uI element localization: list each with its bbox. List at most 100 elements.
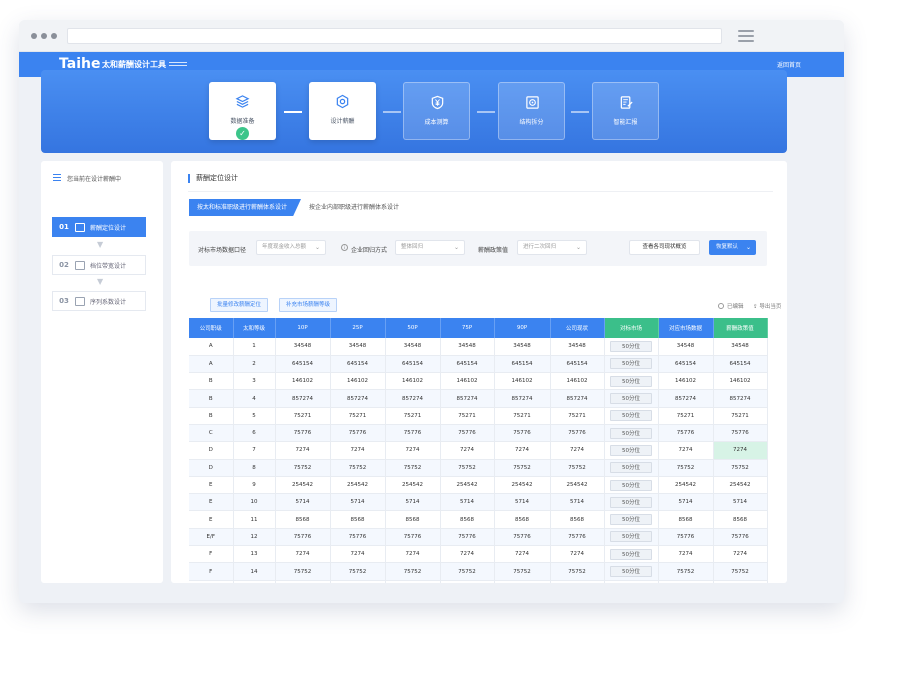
- table-cell[interactable]: 7274: [713, 545, 768, 564]
- step-cost-calc[interactable]: 成本测算: [403, 82, 470, 140]
- table-cell[interactable]: 857274: [713, 389, 768, 408]
- table-row[interactable]: B 5 75271 75271 75271 75271 75271 75271 50分位 7527…: [189, 407, 768, 425]
- benchmark-tag-cell[interactable]: 50分位: [604, 510, 659, 529]
- table-row[interactable]: D 7 7274 7274 7274 7274 7274 7274 50分位 7274 7274: [189, 441, 768, 460]
- address-bar[interactable]: [67, 28, 722, 44]
- table-row[interactable]: B 4 857274 857274 857274 857274 857274 857274 50…: [189, 389, 768, 408]
- table-cell: 146102: [440, 372, 495, 391]
- step-smart-report[interactable]: 智能汇报: [592, 82, 659, 140]
- benchmark-tag-cell[interactable]: 50分位: [604, 407, 659, 425]
- benchmark-tag[interactable]: 50分位: [610, 566, 652, 577]
- market-caliber-select[interactable]: 年度现金收入总额 ⌄: [256, 240, 326, 255]
- sidebar-item-number: 02: [59, 261, 69, 269]
- back-home-link[interactable]: 返回首页: [777, 60, 801, 69]
- benchmark-tag[interactable]: 50分位: [610, 444, 652, 456]
- benchmark-tag[interactable]: 50分位: [610, 531, 652, 543]
- sidebar-item-sequence-coefficient[interactable]: 03 序列系数设计: [52, 291, 146, 311]
- table-row[interactable]: D 8 75752 75752 75752 75752 75752 75752 50分位 7575…: [189, 459, 768, 477]
- benchmark-tag-cell[interactable]: 50分位: [604, 424, 659, 443]
- table-cell: 5714: [658, 493, 714, 512]
- tab-taihe-standard[interactable]: 按太和标准职级进行薪酬体系设计: [189, 199, 302, 216]
- table-cell[interactable]: 645154: [713, 355, 768, 374]
- table-cell: 15: [233, 580, 276, 583]
- window-dot-icon[interactable]: [31, 33, 37, 39]
- hamburger-menu-icon[interactable]: [738, 30, 754, 42]
- benchmark-tag-cell[interactable]: 50分位: [604, 580, 659, 583]
- export-page-button[interactable]: ⇪ 导出当页: [753, 302, 781, 310]
- benchmark-tag[interactable]: 50分位: [610, 548, 652, 560]
- table-cell[interactable]: 75271: [713, 407, 768, 425]
- table-cell[interactable]: 8568: [713, 510, 768, 529]
- benchmark-tag[interactable]: 50分位: [610, 340, 652, 352]
- table-cell: 13: [233, 545, 276, 564]
- table-cell: 75752: [440, 562, 495, 581]
- benchmark-tag-cell[interactable]: 50分位: [604, 372, 659, 391]
- table-row[interactable]: E 9 254542 254542 254542 254542 254542 254542 50…: [189, 476, 768, 495]
- benchmark-tag-cell[interactable]: 50分位: [604, 459, 659, 477]
- benchmark-tag-cell[interactable]: 50分位: [604, 493, 659, 512]
- window-dot-icon[interactable]: [51, 33, 57, 39]
- table-cell: B: [189, 372, 234, 391]
- sidebar-item-band-width[interactable]: 02 档位带宽设计: [52, 255, 146, 275]
- table-row[interactable]: E 10 5714 5714 5714 5714 5714 5714 50分位 5714 5714: [189, 493, 768, 512]
- benchmark-tag-cell[interactable]: 50分位: [604, 389, 659, 408]
- table-cell: 254542: [550, 580, 605, 583]
- benchmark-tag-cell[interactable]: 50分位: [604, 441, 659, 460]
- yen-shield-icon: [431, 95, 444, 110]
- window-dot-icon[interactable]: [41, 33, 47, 39]
- sidebar-item-pay-positioning[interactable]: 01 薪酬定位设计: [52, 217, 146, 237]
- table-row[interactable]: E 11 8568 8568 8568 8568 8568 8568 50分位 8568 8568: [189, 510, 768, 529]
- table-cell[interactable]: 254542: [713, 580, 768, 583]
- benchmark-tag[interactable]: 50分位: [610, 514, 652, 526]
- table-cell: 857274: [330, 389, 386, 408]
- benchmark-tag-cell[interactable]: 50分位: [604, 476, 659, 495]
- table-cell[interactable]: 34548: [713, 338, 768, 356]
- benchmark-tag[interactable]: 50分位: [610, 462, 652, 474]
- benchmark-tag[interactable]: 50分位: [610, 393, 652, 405]
- supplement-market-button[interactable]: 补充市场薪酬等级: [279, 298, 338, 312]
- table-cell[interactable]: 7274: [713, 441, 768, 460]
- table-cell[interactable]: 75752: [713, 459, 768, 477]
- step-structure-split[interactable]: 结构拆分: [498, 82, 565, 140]
- batch-modify-button[interactable]: 批量修改薪酬定位: [210, 298, 269, 312]
- benchmark-tag[interactable]: 50分位: [610, 496, 652, 508]
- table-cell[interactable]: 75776: [713, 424, 768, 443]
- benchmark-tag-cell[interactable]: 50分位: [604, 545, 659, 564]
- step-data-prep[interactable]: 数据准备 ✓: [209, 82, 276, 140]
- table-cell[interactable]: 75776: [713, 528, 768, 547]
- benchmark-tag[interactable]: 50分位: [610, 358, 652, 370]
- table-row[interactable]: F 14 75752 75752 75752 75752 75752 75752 50分位 757…: [189, 562, 768, 581]
- benchmark-tag[interactable]: 50分位: [610, 479, 652, 491]
- restore-default-button[interactable]: 恢复默认 ⌄: [709, 240, 756, 255]
- table-row[interactable]: F152545422545422545422545422545422545425…: [189, 580, 768, 583]
- table-row[interactable]: A 2 645154 645154 645154 645154 645154 645154 50…: [189, 355, 768, 374]
- table-cell[interactable]: 75752: [713, 562, 768, 581]
- table-cell: 75752: [275, 562, 331, 581]
- benchmark-tag[interactable]: 50分位: [610, 410, 652, 422]
- sidebar-heading: 您当前在设计薪酬中: [53, 174, 121, 183]
- benchmark-tag-cell[interactable]: 50分位: [604, 528, 659, 547]
- table-row[interactable]: B 3 146102 146102 146102 146102 146102 146102 50…: [189, 372, 768, 391]
- table-cell: 254542: [330, 580, 386, 583]
- benchmark-tag-cell[interactable]: 50分位: [604, 562, 659, 581]
- table-cell[interactable]: 254542: [713, 476, 768, 495]
- table-row[interactable]: E/F 12 75776 75776 75776 75776 75776 75776 50分位 7…: [189, 528, 768, 547]
- table-cell[interactable]: 146102: [713, 372, 768, 391]
- benchmark-tag[interactable]: 50分位: [610, 427, 652, 439]
- regression-method-select[interactable]: 整体回归 ⌄: [395, 240, 465, 255]
- table-cell: E: [189, 493, 234, 512]
- policy-value-select[interactable]: 进行二次回归 ⌄: [517, 240, 587, 255]
- benchmark-tag-cell[interactable]: 50分位: [604, 355, 659, 374]
- benchmark-tag-cell[interactable]: 50分位: [604, 338, 659, 356]
- table-row[interactable]: C 6 75776 75776 75776 75776 75776 75776 50分位 7577…: [189, 424, 768, 443]
- benchmark-tag[interactable]: 50分位: [610, 375, 652, 387]
- table-cell: 75752: [385, 562, 441, 581]
- tab-internal-grade[interactable]: 按企业内部职级进行薪酬体系设计: [301, 199, 409, 216]
- table-cell: 254542: [550, 476, 605, 495]
- table-row[interactable]: A 1 34548 34548 34548 34548 34548 34548 50分位 3454…: [189, 338, 768, 356]
- table-row[interactable]: F 13 7274 7274 7274 7274 7274 7274 50分位 7274 7274: [189, 545, 768, 564]
- table-cell[interactable]: 5714: [713, 493, 768, 512]
- info-icon[interactable]: i: [341, 244, 348, 251]
- view-status-button[interactable]: 查看各司现状概览: [629, 240, 700, 255]
- step-design-pay[interactable]: 设计薪酬: [309, 82, 376, 140]
